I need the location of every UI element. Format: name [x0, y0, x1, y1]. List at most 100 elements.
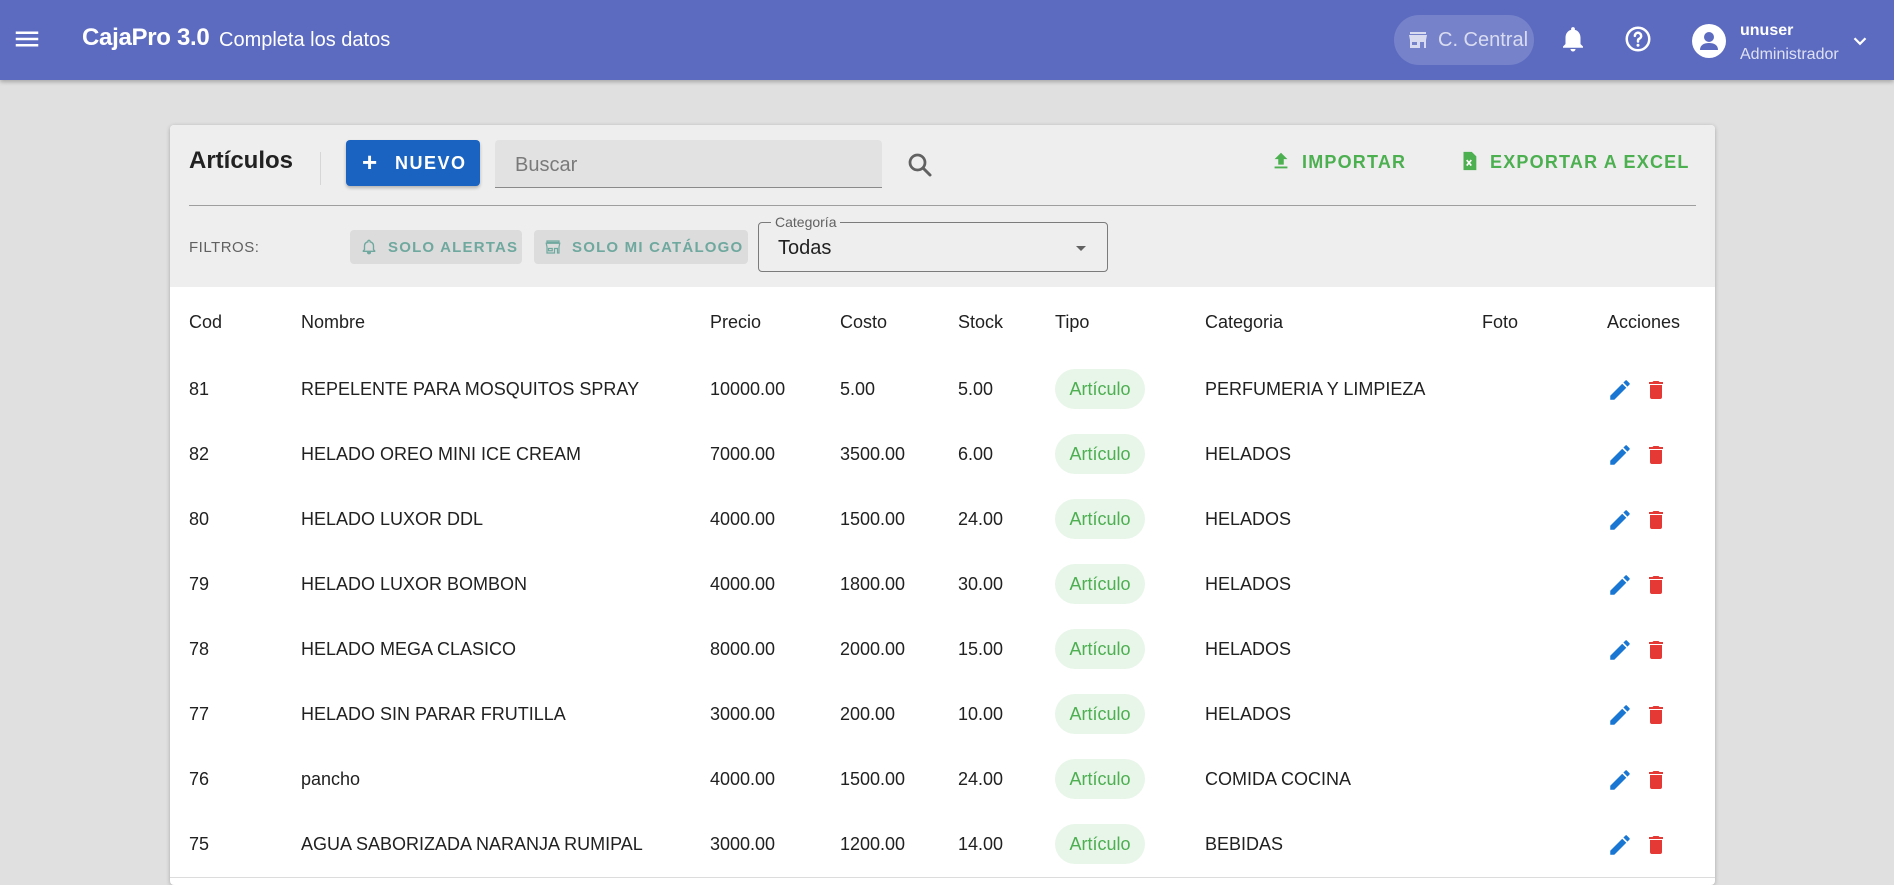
import-label: IMPORTAR	[1302, 152, 1407, 172]
cell-nombre: HELADO MEGA CLASICO	[301, 639, 517, 659]
cell-precio: 8000.00	[710, 639, 776, 659]
delete-trash-icon[interactable]	[1644, 377, 1668, 403]
user-avatar-icon	[1700, 32, 1718, 50]
user-role: Administrador	[1740, 46, 1839, 63]
chip-catalog-label: SOLO MI CATÁLOGO	[572, 239, 744, 256]
toolbar-divider	[189, 205, 1696, 206]
branch-label: C. Central	[1438, 29, 1529, 51]
edit-pencil-icon[interactable]	[1607, 572, 1633, 598]
column-header-acciones: Acciones	[1607, 312, 1681, 332]
cell-costo: 1800.00	[840, 574, 906, 594]
column-header-nombre[interactable]: Nombre	[301, 312, 365, 333]
notifications-bell-icon[interactable]	[1558, 24, 1588, 54]
filter-my-catalog-chip[interactable]: SOLO MI CATÁLOGO	[534, 230, 748, 264]
cell-nombre: REPELENTE PARA MOSQUITOS SPRAY	[301, 379, 640, 399]
search-icon[interactable]	[905, 150, 935, 180]
cell-categoria: HELADOS	[1205, 574, 1292, 594]
cell-stock: 30.00	[958, 574, 1004, 594]
search-field[interactable]	[495, 140, 882, 188]
table-row[interactable]: 76 pancho 4000.00 1500.00 24.00 Artículo…	[170, 747, 1715, 813]
cell-categoria: HELADOS	[1205, 509, 1292, 529]
edit-pencil-icon[interactable]	[1607, 637, 1633, 663]
cell-costo: 5.00	[840, 379, 876, 399]
type-badge: Artículo	[1055, 369, 1145, 409]
cell-precio: 3000.00	[710, 704, 776, 724]
store-icon	[1409, 32, 1427, 48]
cell-costo: 1500.00	[840, 769, 906, 789]
cell-costo: 2000.00	[840, 639, 906, 659]
column-header-cod[interactable]: Cod	[189, 312, 222, 333]
user-menu[interactable]: unuser Administrador	[1692, 16, 1872, 66]
cell-nombre: HELADO OREO MINI ICE CREAM	[301, 444, 582, 464]
cell-stock: 6.00	[958, 444, 994, 464]
edit-pencil-icon[interactable]	[1607, 442, 1633, 468]
column-header-foto: Foto	[1482, 312, 1519, 332]
cell-categoria: HELADOS	[1205, 444, 1292, 464]
cell-categoria: HELADOS	[1205, 639, 1292, 659]
edit-pencil-icon[interactable]	[1607, 832, 1633, 858]
user-name: unuser	[1740, 22, 1794, 39]
chevron-down-icon	[1853, 37, 1867, 46]
column-header-tipo[interactable]: Tipo	[1055, 312, 1089, 333]
delete-trash-icon[interactable]	[1644, 507, 1668, 533]
bell-alert-icon	[362, 239, 376, 255]
import-button[interactable]: IMPORTAR	[1270, 145, 1410, 181]
delete-trash-icon[interactable]	[1644, 572, 1668, 598]
cell-precio: 4000.00	[710, 509, 776, 529]
table-row[interactable]: 81 REPELENTE PARA MOSQUITOS SPRAY 10000.…	[170, 357, 1715, 423]
cell-nombre: AGUA SABORIZADA NARANJA RUMIPAL	[301, 834, 643, 854]
column-header-costo[interactable]: Costo	[840, 312, 887, 333]
table-row[interactable]: 77 HELADO SIN PARAR FRUTILLA 3000.00 200…	[170, 682, 1715, 748]
cell-precio: 4000.00	[710, 769, 776, 789]
type-badge: Artículo	[1055, 564, 1145, 604]
cell-nombre: HELADO LUXOR BOMBON	[301, 574, 528, 594]
cell-cod: 75	[189, 834, 210, 854]
category-select[interactable]: Categoría Todas	[758, 214, 1108, 272]
delete-trash-icon[interactable]	[1644, 442, 1668, 468]
page-title: Artículos	[189, 147, 294, 174]
table-row[interactable]: 80 HELADO LUXOR DDL 4000.00 1500.00 24.0…	[170, 487, 1715, 553]
table-row[interactable]: 82 HELADO OREO MINI ICE CREAM 7000.00 35…	[170, 422, 1715, 488]
type-badge: Artículo	[1055, 499, 1145, 539]
type-badge: Artículo	[1055, 694, 1145, 734]
edit-pencil-icon[interactable]	[1607, 702, 1633, 728]
cell-costo: 1500.00	[840, 509, 906, 529]
avatar	[1692, 24, 1726, 58]
menu-icon[interactable]	[12, 24, 42, 54]
filter-only-alerts-chip[interactable]: SOLO ALERTAS	[350, 230, 522, 264]
cell-cod: 80	[189, 509, 210, 529]
cell-stock: 15.00	[958, 639, 1004, 659]
help-icon[interactable]	[1623, 24, 1653, 54]
delete-trash-icon[interactable]	[1644, 637, 1668, 663]
cell-stock: 24.00	[958, 509, 1004, 529]
delete-trash-icon[interactable]	[1644, 832, 1668, 858]
new-article-button[interactable]: + NUEVO	[346, 140, 480, 186]
search-input[interactable]	[513, 152, 867, 178]
card-toolbar: Artículos + NUEVO IMPORTAR EXPORTAR A EX…	[170, 125, 1715, 287]
table-row[interactable]: 75 AGUA SABORIZADA NARANJA RUMIPAL 3000.…	[170, 812, 1715, 878]
divider	[320, 152, 321, 185]
edit-pencil-icon[interactable]	[1607, 507, 1633, 533]
cell-nombre: pancho	[301, 769, 361, 789]
table-header: Cod Nombre Precio Costo Stock Tipo Categ…	[170, 287, 1715, 358]
delete-trash-icon[interactable]	[1644, 767, 1668, 793]
cell-cod: 82	[189, 444, 210, 464]
table-row[interactable]: 79 HELADO LUXOR BOMBON 4000.00 1800.00 3…	[170, 552, 1715, 618]
cell-precio: 7000.00	[710, 444, 776, 464]
upload-icon	[1274, 152, 1288, 169]
delete-trash-icon[interactable]	[1644, 702, 1668, 728]
column-header-precio[interactable]: Precio	[710, 312, 761, 333]
column-header-categoria[interactable]: Categoria	[1205, 312, 1283, 333]
cell-categoria: PERFUMERIA Y LIMPIEZA	[1205, 379, 1426, 399]
cell-costo: 200.00	[840, 704, 896, 724]
cell-cod: 76	[189, 769, 210, 789]
edit-pencil-icon[interactable]	[1607, 767, 1633, 793]
column-header-stock[interactable]: Stock	[958, 312, 1003, 333]
cell-cod: 79	[189, 574, 210, 594]
new-button-label: NUEVO	[395, 153, 467, 173]
branch-selector[interactable]: C. Central	[1394, 15, 1534, 65]
export-excel-button[interactable]: EXPORTAR A EXCEL	[1458, 145, 1698, 181]
edit-pencil-icon[interactable]	[1607, 377, 1633, 403]
cell-categoria: BEBIDAS	[1205, 834, 1284, 854]
table-row[interactable]: 78 HELADO MEGA CLASICO 8000.00 2000.00 1…	[170, 617, 1715, 683]
